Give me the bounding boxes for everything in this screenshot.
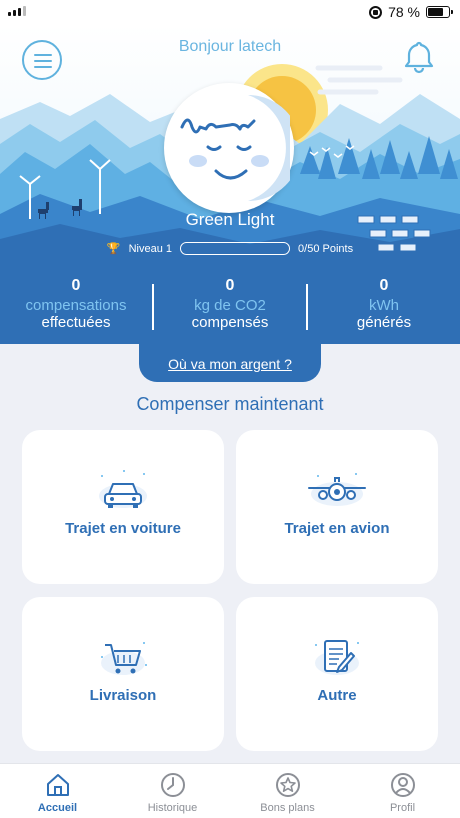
car-icon — [99, 470, 147, 508]
stat-label-top: compensations — [25, 297, 127, 314]
avatar[interactable] — [164, 83, 301, 213]
home-icon — [46, 774, 69, 796]
stat-label-bottom: compensés — [191, 314, 269, 331]
level-row: 🏆 Niveau 1 0/50 Points — [0, 242, 460, 255]
star-icon — [275, 773, 300, 797]
tab-historique[interactable]: Historique — [115, 764, 230, 818]
stat-label-bottom: générés — [356, 314, 412, 331]
hero-banner: Bonjour latech Green Light 🏆 Niveau 1 0/… — [0, 24, 460, 270]
user-icon — [390, 773, 415, 797]
cart-icon — [101, 642, 147, 675]
card-label: Trajet en voiture — [65, 520, 181, 537]
tab-accueil[interactable]: Accueil — [0, 764, 115, 818]
plane-icon — [308, 473, 366, 506]
card-other[interactable]: Autre — [236, 597, 438, 751]
clock-icon — [160, 773, 185, 797]
trophy-icon: 🏆 — [106, 243, 121, 255]
stat-kwh: 0 kWh générés — [308, 270, 460, 344]
tab-bons-plans[interactable]: Bons plans — [230, 764, 345, 818]
level-progress-bar — [180, 242, 291, 255]
money-tab: Où va mon argent ? — [139, 342, 321, 382]
stat-value: 0 — [71, 277, 81, 294]
card-label: Trajet en avion — [284, 520, 390, 537]
card-delivery[interactable]: Livraison — [22, 597, 224, 751]
card-label: Livraison — [89, 687, 157, 704]
where-money-link[interactable]: Où va mon argent ? — [168, 356, 292, 372]
tab-label: Historique — [147, 802, 198, 814]
tab-bar: Accueil Historique Bons plans Profil — [0, 763, 460, 818]
document-icon — [315, 640, 359, 675]
tab-profil[interactable]: Profil — [345, 764, 460, 818]
moon-face-icon — [180, 95, 301, 201]
stat-co2: 0 kg de CO2 compensés — [154, 270, 306, 344]
orientation-lock-icon — [369, 5, 383, 19]
card-plane-trip[interactable]: Trajet en avion — [236, 430, 438, 584]
stat-label-bottom: effectuées — [41, 314, 111, 331]
section-title: Compenser maintenant — [136, 394, 324, 414]
tab-label: Accueil — [37, 802, 78, 814]
stat-value: 0 — [379, 277, 389, 294]
level-label: Niveau 1 — [128, 242, 173, 255]
signal-icon — [8, 6, 26, 16]
stat-label-top: kg de CO2 — [194, 297, 266, 314]
card-label: Autre — [317, 687, 357, 704]
bell-icon[interactable] — [400, 38, 438, 76]
profile-name: Green Light — [185, 210, 275, 229]
battery-percentage: 78 % — [388, 4, 420, 20]
status-bar: 78 % — [0, 0, 460, 24]
stat-label-top: kWh — [369, 297, 399, 314]
stat-value: 0 — [225, 277, 235, 294]
stat-compensations: 0 compensations effectuées — [0, 270, 152, 344]
stats-band: 0 compensations effectuées 0 kg de CO2 c… — [0, 270, 460, 344]
points-label: 0/50 Points — [298, 242, 354, 255]
battery-icon — [426, 6, 453, 18]
tab-label: Bons plans — [260, 802, 315, 814]
greeting-text: Bonjour latech — [178, 38, 282, 55]
card-car-trip[interactable]: Trajet en voiture — [22, 430, 224, 584]
tab-label: Profil — [389, 802, 416, 814]
